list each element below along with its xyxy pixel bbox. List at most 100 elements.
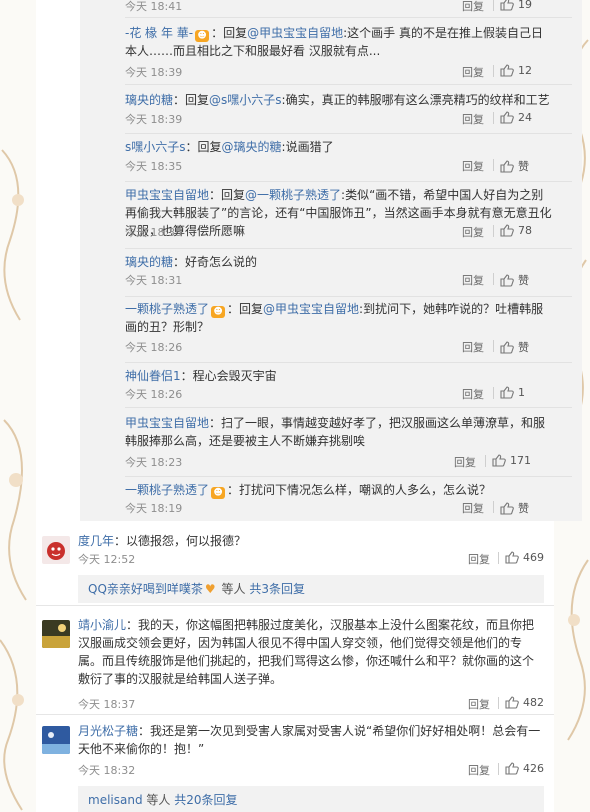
timestamp: 今天 18:35 bbox=[125, 160, 183, 173]
mention-link[interactable]: @璃央的糖 bbox=[222, 140, 282, 154]
like-count: 19 bbox=[518, 0, 532, 11]
thumbs-up-icon bbox=[500, 274, 514, 287]
reply-text: 神仙眷侣1：程心会毁灭宇宙 bbox=[125, 367, 554, 385]
like-button[interactable]: 1 bbox=[500, 386, 525, 399]
reply-text: -花 椽 年 華- ☻ ：回复@甲虫宝宝自留地:这个画手 真的不是在推上假装自己日本… bbox=[125, 24, 554, 60]
reply-button[interactable]: 回复 bbox=[468, 762, 490, 778]
thumbs-up-icon bbox=[505, 696, 519, 709]
thumbs-up-icon bbox=[500, 111, 514, 124]
reply-username[interactable]: 一颗桃子熟透了 bbox=[125, 483, 209, 497]
heart-icon: ♥ bbox=[204, 582, 216, 596]
like-count: 482 bbox=[523, 696, 544, 709]
reply-button[interactable]: 回复 bbox=[462, 386, 484, 402]
reply-button[interactable]: 回复 bbox=[462, 339, 484, 355]
divider bbox=[493, 501, 494, 513]
reply-item: 一颗桃子熟透了 ☻ ：回复@甲虫宝宝自留地:到扰问下，她韩咋说的？吐槽韩服画的丑？形… bbox=[80, 297, 582, 362]
divider bbox=[493, 273, 494, 285]
more-replies-count[interactable]: 共3条回复 bbox=[249, 582, 305, 596]
like-button[interactable]: 171 bbox=[492, 454, 531, 467]
reply-prefix: ：回复 bbox=[173, 93, 210, 107]
like-button[interactable]: 426 bbox=[505, 762, 544, 775]
reply-button[interactable]: 回复 bbox=[462, 224, 484, 240]
reply-text: 璃央的糖：回复@s嘿小六子s:确实，真正的韩服哪有这么漂亮精巧的纹样和工艺 bbox=[125, 91, 554, 109]
mention-link[interactable]: @一颗桃子熟透了 bbox=[245, 188, 341, 202]
like-button[interactable]: 赞 bbox=[500, 339, 529, 355]
reply-button[interactable]: 回复 bbox=[462, 272, 484, 288]
vip-badge-icon: ☻ bbox=[211, 487, 226, 499]
like-button[interactable]: 482 bbox=[505, 696, 544, 709]
reply-username[interactable]: -花 椽 年 華- bbox=[125, 26, 193, 40]
reply-username[interactable]: 甲虫宝宝自留地 bbox=[125, 188, 209, 202]
reply-item: -花 椽 年 華- ☻ ：回复@甲虫宝宝自留地:这个画手 真的不是在推上假装自己日本… bbox=[80, 18, 582, 84]
like-button[interactable]: 78 bbox=[500, 224, 532, 237]
avatar[interactable] bbox=[42, 620, 70, 648]
divider bbox=[493, 159, 494, 171]
like-button[interactable]: 12 bbox=[500, 64, 532, 77]
more-replies-suffix: 等人 bbox=[217, 582, 250, 596]
reply-content: ：打扰问下情况怎么样，嘲讽的人多么，怎么说？ bbox=[227, 483, 492, 497]
thumbs-up-icon bbox=[500, 386, 514, 399]
avatar-image-icon bbox=[42, 620, 70, 648]
reply-button[interactable]: 回复 bbox=[462, 0, 484, 14]
more-replies-link[interactable]: QQ亲亲好喝到咩噗茶 ♥ 等人 共3条回复 bbox=[78, 575, 544, 603]
reply-text: 璃央的糖：好奇怎么说的 bbox=[125, 253, 554, 271]
like-button[interactable]: 469 bbox=[505, 551, 544, 564]
like-button[interactable]: 24 bbox=[500, 111, 532, 124]
more-replies-user[interactable]: melisand bbox=[88, 793, 143, 807]
reply-button[interactable]: 回复 bbox=[468, 696, 490, 712]
avatar[interactable] bbox=[42, 726, 70, 754]
divider bbox=[493, 0, 494, 11]
comment-username[interactable]: 靖小渝儿 bbox=[78, 618, 126, 632]
like-button[interactable]: 赞 bbox=[500, 500, 529, 516]
reply-button[interactable]: 回复 bbox=[462, 500, 484, 516]
reply-button[interactable]: 回复 bbox=[462, 64, 484, 80]
vip-badge-icon: ☻ bbox=[195, 30, 210, 42]
comment-username[interactable]: 度几年 bbox=[78, 534, 114, 548]
more-replies-user[interactable]: QQ亲亲好喝到咩噗茶 bbox=[88, 582, 203, 596]
reply-text: s嘿小六子s：回复@璃央的糖:说画猎了 bbox=[125, 138, 554, 156]
comment-item: 靖小渝儿：我的天，你这幅图把韩服过度美化，汉服基本上没什么图案花纹，而且你把汉服… bbox=[36, 612, 554, 714]
reply-username[interactable]: 璃央的糖 bbox=[125, 93, 173, 107]
thumbs-up-icon bbox=[500, 224, 514, 237]
like-count: 1 bbox=[518, 386, 525, 399]
reply-button[interactable]: 回复 bbox=[462, 158, 484, 174]
reply-username[interactable]: s嘿小六子s bbox=[125, 140, 186, 154]
reply-button[interactable]: 回复 bbox=[462, 111, 484, 127]
like-button[interactable]: 赞 bbox=[500, 272, 529, 288]
timestamp: 今天 18:32 bbox=[78, 764, 136, 777]
mention-link[interactable]: @甲虫宝宝自留地 bbox=[247, 26, 343, 40]
comment-divider bbox=[36, 714, 554, 715]
comment-divider bbox=[36, 605, 554, 606]
reply-content: ：好奇怎么说的 bbox=[173, 255, 258, 269]
more-replies-count[interactable]: 共20条回复 bbox=[174, 793, 237, 807]
like-count: 赞 bbox=[518, 502, 529, 515]
timestamp: 今天 18:31 bbox=[125, 274, 183, 287]
reply-username[interactable]: 神仙眷侣1 bbox=[125, 369, 181, 383]
reply-text: 甲虫宝宝自留地：扫了一眼，事情越变越好孝了，把汉服画这么单薄潦草，和服韩服捧那么… bbox=[125, 414, 554, 450]
reply-item: 璃央的糖：好奇怎么说的 今天 18:31 回复 赞 bbox=[80, 249, 582, 296]
divider bbox=[498, 697, 499, 709]
reply-text: 甲虫宝宝自留地：回复@一颗桃子熟透了:类似“画不错，希望中国人好自为之别再偷我大… bbox=[125, 186, 554, 240]
reply-username[interactable]: 甲虫宝宝自留地 bbox=[125, 416, 209, 430]
avatar[interactable] bbox=[42, 536, 70, 564]
reply-username[interactable]: 一颗桃子熟透了 bbox=[125, 302, 209, 316]
reply-button[interactable]: 回复 bbox=[468, 551, 490, 567]
mention-link[interactable]: @s嘿小六子s bbox=[209, 93, 282, 107]
like-button[interactable]: 19 bbox=[500, 0, 532, 11]
comment-username[interactable]: 月光松子糖 bbox=[78, 724, 138, 738]
reply-item: 一颗桃子熟透了 ☻ ：打扰问下情况怎么样，嘲讽的人多么，怎么说？ 今天 18:19 … bbox=[80, 477, 582, 521]
reply-username[interactable]: 璃央的糖 bbox=[125, 255, 173, 269]
divider bbox=[493, 112, 494, 124]
like-button[interactable]: 赞 bbox=[500, 158, 529, 174]
mention-link[interactable]: @甲虫宝宝自留地 bbox=[263, 302, 359, 316]
like-count: 171 bbox=[510, 454, 531, 467]
reply-text: 一颗桃子熟透了 ☻ ：回复@甲虫宝宝自留地:到扰问下，她韩咋说的？吐槽韩服画的丑？形… bbox=[125, 300, 554, 336]
more-replies-link[interactable]: melisand 等人 共20条回复 bbox=[78, 786, 544, 812]
timestamp: 今天 18:41 bbox=[125, 0, 183, 13]
thumbs-up-icon bbox=[500, 0, 514, 11]
timestamp: 今天 18:19 bbox=[125, 502, 183, 515]
reply-button[interactable]: 回复 bbox=[454, 454, 476, 470]
thumbs-up-icon bbox=[505, 762, 519, 775]
thumbs-up-icon bbox=[500, 64, 514, 77]
reply-item: 甲虫宝宝自留地：扫了一眼，事情越变越好孝了，把汉服画这么单薄潦草，和服韩服捧那么… bbox=[80, 408, 582, 476]
